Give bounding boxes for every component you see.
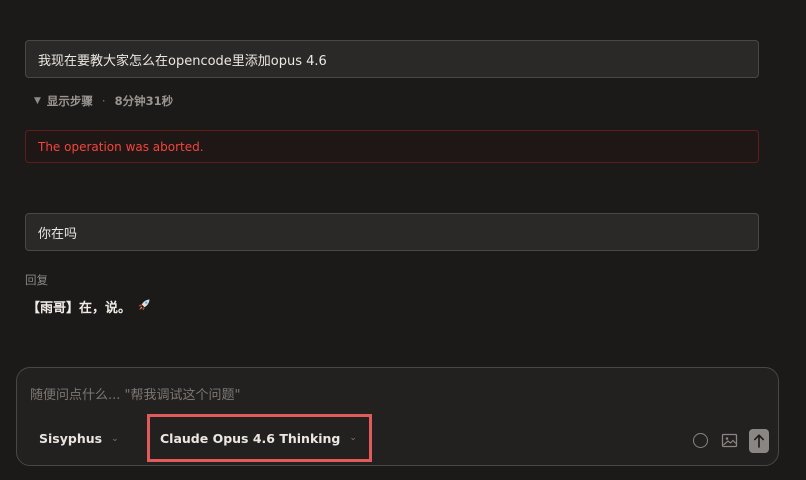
chevron-down-icon: ⌄ [349, 433, 357, 443]
error-text: The operation was aborted. [38, 139, 204, 154]
triangle-down-icon: ▼ [34, 96, 41, 106]
show-steps-toggle[interactable]: ▼ 显示步骤 · 8分钟31秒 [34, 93, 173, 109]
error-banner: The operation was aborted. [25, 130, 759, 163]
chevron-down-icon: ⌄ [111, 433, 119, 444]
user-message: 你在吗 [25, 213, 759, 251]
steps-duration: 8分钟31秒 [114, 94, 174, 108]
composer: Sisyphus ⌄ Claude Opus 4.6 Thinking ⌄ [16, 367, 779, 466]
circle-icon[interactable] [693, 433, 708, 448]
reply-label: 回复 [25, 273, 48, 287]
message-input[interactable] [28, 382, 752, 408]
show-steps-label: 显示步骤 [46, 94, 93, 108]
rocket-icon [137, 298, 151, 316]
model-select[interactable]: Claude Opus 4.6 Thinking ⌄ [147, 414, 372, 462]
image-icon[interactable] [721, 432, 738, 449]
agent-select[interactable]: Sisyphus ⌄ [39, 431, 119, 446]
user-message-text: 我现在要教大家怎么在opencode里添加opus 4.6 [38, 53, 327, 69]
send-button[interactable] [749, 429, 769, 453]
user-message-text: 你在吗 [38, 226, 78, 242]
model-name: Claude Opus 4.6 Thinking [160, 430, 341, 446]
steps-separator: · [101, 94, 106, 108]
user-message: 我现在要教大家怎么在opencode里添加opus 4.6 [25, 40, 759, 78]
agent-name: Sisyphus [39, 431, 103, 446]
assistant-reply-text: 【雨哥】在，说。 [27, 301, 132, 316]
assistant-reply: 【雨哥】在，说。 [27, 297, 151, 316]
chat-page: 我现在要教大家怎么在opencode里添加opus 4.6 ▼ 显示步骤 · 8… [0, 0, 806, 480]
arrow-up-icon [754, 434, 764, 448]
